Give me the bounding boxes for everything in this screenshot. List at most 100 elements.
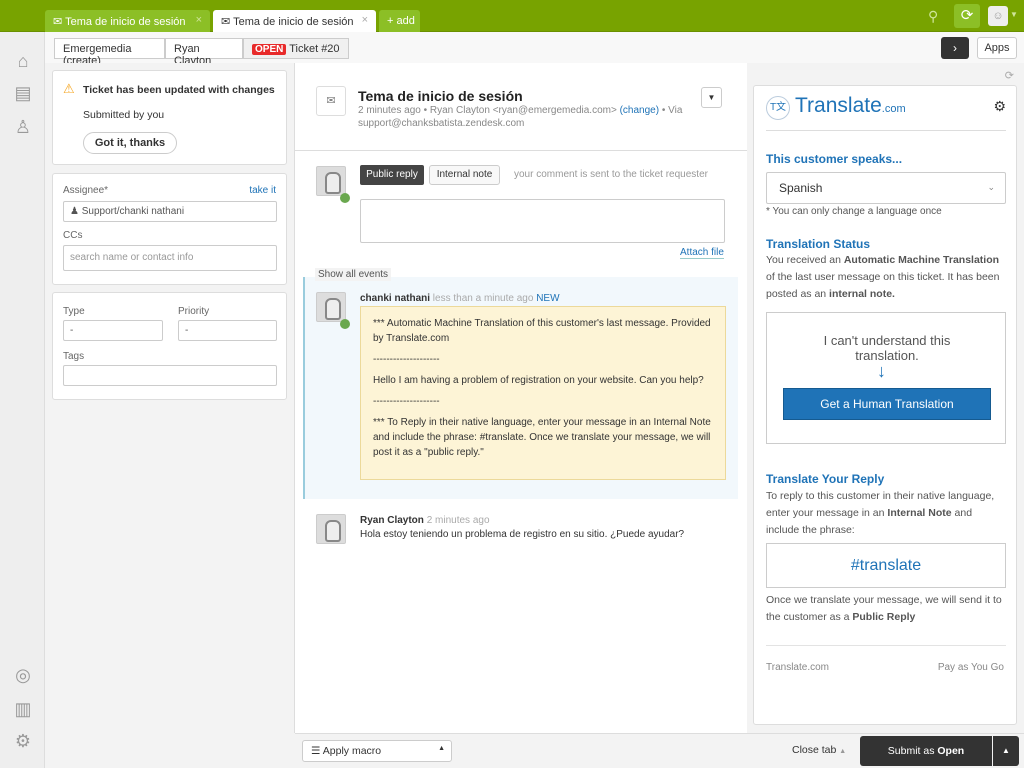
user-avatar[interactable]: ☺ — [988, 6, 1008, 26]
warning-icon: ⚠ — [63, 81, 75, 96]
assignee-label: Assignee* — [63, 185, 109, 196]
type-select[interactable]: - — [63, 320, 163, 341]
footer-brand[interactable]: Translate.com — [766, 662, 829, 673]
close-icon[interactable]: × — [362, 14, 368, 26]
language-select[interactable]: Spanish ⌄ — [766, 172, 1006, 204]
cant-understand-text: I can't understand this translation. — [823, 333, 951, 363]
close-tab-button[interactable]: Close tab ▲ — [792, 744, 846, 756]
ticket-options-dropdown[interactable]: ▼ — [701, 87, 722, 108]
agent-badge-icon — [340, 193, 350, 203]
assignee-field[interactable]: ♟ Support/chanki nathani — [63, 201, 277, 222]
internal-note-tab[interactable]: Internal note — [429, 165, 500, 185]
take-it-link[interactable]: take it — [249, 185, 276, 196]
event-author: Ryan Clayton — [360, 515, 424, 526]
conversation-pane: ✉ Tema de inicio de sesión 2 minutes ago… — [295, 63, 747, 733]
chevron-down-icon: ⌄ — [987, 182, 995, 192]
event-time: 2 minutes ago — [426, 515, 490, 526]
sidebar-nav: ⌂ ▤ ♙ ◎ ▥ ⚙ — [0, 32, 45, 768]
internal-note-body: *** Automatic Machine Translation of thi… — [360, 306, 726, 480]
apply-macro-select[interactable]: ☰ Apply macro ▲ — [302, 740, 452, 762]
translate-app: T文 Translate.com ⚙ This customer speaks.… — [753, 85, 1017, 725]
new-badge: NEW — [536, 293, 560, 304]
help-icon[interactable]: ◎ — [12, 664, 34, 686]
speaks-heading: This customer speaks... — [766, 152, 903, 166]
top-bar: ✉ Tema de inicio de sesión × ✉ Tema de in… — [0, 0, 1024, 32]
ticket-time: 2 minutes ago — [358, 105, 421, 116]
got-it-button[interactable]: Got it, thanks — [83, 132, 177, 154]
update-notice: ⚠ Ticket has been updated with changes S… — [52, 70, 287, 165]
comment-textarea[interactable] — [360, 199, 725, 243]
tab-ticket-2[interactable]: ✉ Tema de inicio de sesión × — [213, 10, 376, 32]
requester: Ryan Clayton <ryan@emergemedia.com> — [429, 105, 617, 116]
change-link[interactable]: (change) — [620, 105, 659, 116]
once-text: Once we translate your message, we will … — [766, 594, 1002, 623]
divider — [295, 150, 747, 151]
language-note: * You can only change a language once — [766, 206, 942, 217]
bottom-bar: ☰ Apply macro ▲ Close tab ▲ Submit as Ope… — [295, 733, 1024, 768]
ticket-meta: 2 minutes ago • Ryan Clayton <ryan@emerg… — [358, 105, 683, 129]
tab-ticket-1[interactable]: ✉ Tema de inicio de sesión × — [45, 10, 210, 32]
customers-icon[interactable]: ♙ — [12, 116, 34, 138]
status-heading: Translation Status — [766, 237, 871, 251]
avatar — [316, 514, 346, 544]
translate-logo: Translate.com — [795, 94, 906, 117]
envelope-icon: ✉ — [221, 16, 234, 28]
human-translation-box: I can't understand this translation. ↓ G… — [766, 312, 1006, 444]
search-icon[interactable]: ⚲ — [928, 8, 938, 25]
home-icon[interactable]: ⌂ — [12, 50, 34, 72]
public-reply-tab[interactable]: Public reply — [360, 165, 424, 185]
notice-title: Ticket has been updated with changes — [83, 84, 275, 96]
close-icon[interactable]: × — [196, 14, 202, 26]
breadcrumb-ticket[interactable]: OPEN Ticket #20 — [243, 38, 349, 59]
translate-phrase: #translate — [766, 543, 1006, 588]
ccs-label: CCs — [63, 230, 83, 241]
chevron-right-icon[interactable]: › — [941, 37, 969, 59]
apps-button[interactable]: Apps — [977, 37, 1017, 59]
tags-input[interactable] — [63, 365, 277, 386]
event-time: less than a minute ago — [432, 293, 534, 304]
divider — [766, 645, 1006, 646]
submit-options-button[interactable]: ▲ — [993, 736, 1019, 766]
breadcrumb-org[interactable]: Emergemedia (create) — [54, 38, 165, 67]
breadcrumb-user[interactable]: Ryan Clayton — [165, 38, 243, 67]
refresh-icon[interactable]: ⟳ — [1005, 69, 1014, 82]
ticket-header-bar: Emergemedia (create) Ryan Clayton OPEN T… — [45, 32, 1024, 67]
priority-select[interactable]: - — [178, 320, 277, 341]
chevron-down-icon[interactable]: ▼ — [1010, 10, 1018, 19]
translate-logo-icon: T文 — [766, 96, 790, 120]
refresh-icon[interactable]: ⟳ — [954, 4, 980, 28]
properties-panel: ⚠ Ticket has been updated with changes S… — [45, 63, 295, 733]
status-badge: OPEN — [252, 44, 287, 55]
status-text: You received an Automatic Machine Transl… — [766, 254, 1000, 300]
add-tab-button[interactable]: + add — [379, 10, 420, 32]
footer-plan[interactable]: Pay as You Go — [938, 662, 1004, 673]
tags-label: Tags — [63, 351, 85, 362]
type-label: Type — [63, 306, 85, 317]
event-header: Ryan Clayton 2 minutes ago — [360, 515, 490, 526]
ticket-title: Tema de inicio de sesión — [358, 88, 523, 104]
show-all-events-link[interactable]: Show all events — [315, 268, 392, 281]
event-body: Hola estoy teniendo un problema de regis… — [360, 529, 685, 540]
reply-text: To reply to this customer in their nativ… — [766, 490, 995, 536]
ticket-fields: Type - Priority - Tags — [52, 292, 287, 400]
notice-subtitle: Submitted by you — [83, 109, 165, 121]
attach-file-link[interactable]: Attach file — [680, 247, 724, 259]
reply-heading: Translate Your Reply — [766, 472, 885, 486]
human-translation-button[interactable]: Get a Human Translation — [783, 388, 991, 420]
avatar — [316, 292, 346, 322]
envelope-icon: ✉ — [316, 86, 346, 116]
apps-panel: ⟳ T文 Translate.com ⚙ This customer speak… — [750, 63, 1024, 733]
priority-label: Priority — [178, 306, 210, 317]
list-icon: ☰ — [311, 745, 323, 757]
via-address: support@chanksbatista.zendesk.com — [358, 118, 525, 129]
avatar — [316, 166, 346, 196]
ccs-input[interactable]: search name or contact info — [63, 245, 277, 271]
assignee-section: Assignee* take it ♟ Support/chanki natha… — [52, 173, 287, 285]
views-icon[interactable]: ▤ — [12, 82, 34, 104]
settings-icon[interactable]: ⚙ — [12, 730, 34, 752]
reports-icon[interactable]: ▥ — [12, 698, 34, 720]
submit-button[interactable]: Submit as Open — [860, 736, 992, 766]
gear-icon[interactable]: ⚙ — [993, 98, 1006, 115]
event-author: chanki nathani — [360, 293, 431, 304]
divider — [766, 130, 1006, 131]
